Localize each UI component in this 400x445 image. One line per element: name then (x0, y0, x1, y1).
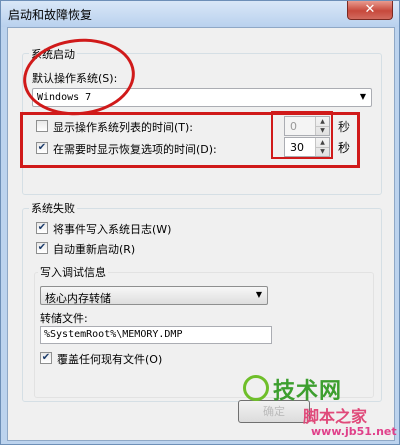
dump-type-value: 核心内存转储 (45, 292, 111, 305)
dump-file-value: %SystemRoot%\MEMORY.DMP (44, 329, 183, 340)
write-event-label: 将事件写入系统日志(W) (53, 223, 172, 236)
write-event-checkbox[interactable]: ✔ (36, 222, 48, 234)
debug-info-title: 写入调试信息 (38, 264, 108, 280)
dump-type-select[interactable]: 核心内存转储 ▼ (40, 286, 268, 305)
auto-restart-label: 自动重新启动(R) (53, 243, 136, 256)
overwrite-checkbox[interactable]: ✔ (40, 352, 52, 364)
window-title: 启动和故障恢复 (8, 8, 93, 22)
startup-recovery-dialog: 启动和故障恢复 ✕ 系统启动 默认操作系统(S): Windows 7 ▼ 显示… (0, 0, 400, 445)
title-bar[interactable]: 启动和故障恢复 ✕ (1, 1, 399, 27)
dump-file-label: 转储文件: (40, 312, 88, 325)
overwrite-label: 覆盖任何现有文件(O) (57, 353, 163, 366)
annotation-spinner-rect (271, 111, 333, 159)
auto-restart-checkbox[interactable]: ✔ (36, 242, 48, 254)
dump-file-input[interactable]: %SystemRoot%\MEMORY.DMP (40, 326, 272, 344)
watermark-logo-text: 技术网 (273, 379, 343, 404)
watermark-url: www.jb51.net (311, 425, 397, 438)
close-button[interactable]: ✕ (347, 1, 393, 20)
close-icon: ✕ (364, 2, 376, 17)
system-failure-title: 系统失败 (29, 200, 77, 216)
watermark-logo-icon (243, 375, 269, 401)
chevron-down-icon: ▼ (255, 290, 262, 299)
watermark: 技术网 脚本之家 www.jb51.net (241, 369, 399, 445)
chevron-down-icon: ▼ (359, 92, 366, 101)
watermark-sub-text: 脚本之家 (303, 407, 368, 426)
